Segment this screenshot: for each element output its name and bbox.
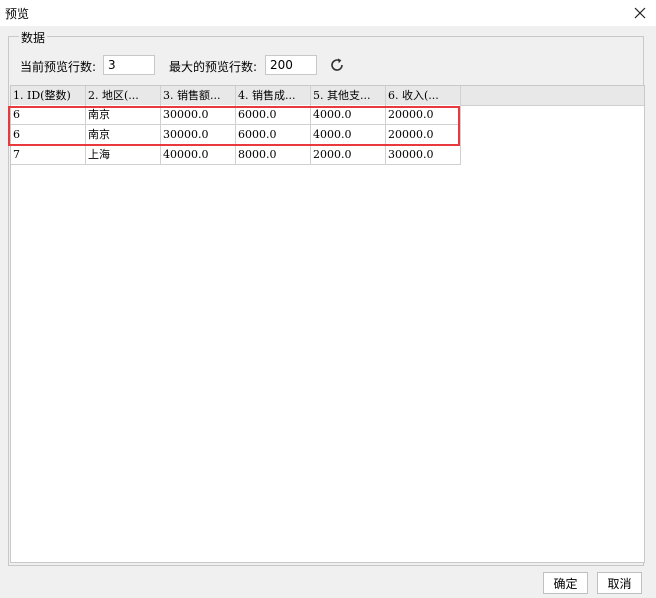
table-cell: 30000.0 bbox=[161, 125, 236, 145]
table-cell: 南京 bbox=[86, 125, 161, 145]
dialog-content: 数据 当前预览行数: 3 最大的预览行数: 200 1. ID(整数) 2. 地… bbox=[0, 26, 656, 598]
table-cell: 20000.0 bbox=[386, 105, 461, 125]
table-cell: 6000.0 bbox=[236, 125, 311, 145]
cancel-button[interactable]: 取消 bbox=[597, 572, 642, 594]
column-header-income[interactable]: 6. 收入(... bbox=[386, 86, 461, 105]
confirm-button[interactable]: 确定 bbox=[543, 572, 588, 594]
cancel-label: 取消 bbox=[607, 576, 632, 591]
confirm-label: 确定 bbox=[553, 576, 578, 591]
table-row[interactable]: 6 南京 30000.0 6000.0 4000.0 20000.0 bbox=[11, 125, 461, 145]
group-legend: 数据 bbox=[19, 29, 48, 46]
column-header-cost[interactable]: 4. 销售成... bbox=[236, 86, 311, 105]
table-cell: 6000.0 bbox=[236, 105, 311, 125]
table-cell: 20000.0 bbox=[386, 125, 461, 145]
table-cell: 上海 bbox=[86, 145, 161, 165]
table-row[interactable]: 6 南京 30000.0 6000.0 4000.0 20000.0 bbox=[11, 105, 461, 125]
table-cell: 6 bbox=[11, 105, 86, 125]
current-rows-label: 当前预览行数: bbox=[20, 60, 97, 74]
title-bar: 预览 bbox=[0, 0, 656, 26]
table-cell: 30000.0 bbox=[386, 145, 461, 165]
close-button[interactable] bbox=[628, 2, 652, 24]
column-header-sales[interactable]: 3. 销售额... bbox=[161, 86, 236, 105]
max-rows-label: 最大的预览行数: bbox=[169, 60, 258, 74]
close-icon bbox=[634, 7, 646, 19]
max-rows-input[interactable]: 200 bbox=[265, 55, 317, 75]
table-cell: 8000.0 bbox=[236, 145, 311, 165]
table-cell: 7 bbox=[11, 145, 86, 165]
table-cell: 4000.0 bbox=[311, 125, 386, 145]
column-header-other[interactable]: 5. 其他支... bbox=[311, 86, 386, 105]
table-cell: 6 bbox=[11, 125, 86, 145]
table-row[interactable]: 7 上海 40000.0 8000.0 2000.0 30000.0 bbox=[11, 145, 461, 165]
preview-table[interactable]: 1. ID(整数) 2. 地区(... 3. 销售额... 4. 销售成... … bbox=[10, 85, 645, 563]
table-cell: 南京 bbox=[86, 105, 161, 125]
window-title: 预览 bbox=[5, 7, 30, 21]
refresh-icon bbox=[331, 58, 343, 71]
current-rows-value: 3 bbox=[108, 58, 116, 72]
table-cell: 40000.0 bbox=[161, 145, 236, 165]
current-rows-input[interactable]: 3 bbox=[103, 55, 155, 75]
refresh-button[interactable] bbox=[328, 56, 346, 74]
table-header: 1. ID(整数) 2. 地区(... 3. 销售额... 4. 销售成... … bbox=[11, 86, 644, 106]
table-cell: 30000.0 bbox=[161, 105, 236, 125]
table-cell: 2000.0 bbox=[311, 145, 386, 165]
column-header-id[interactable]: 1. ID(整数) bbox=[11, 86, 86, 105]
table-cell: 4000.0 bbox=[311, 105, 386, 125]
max-rows-value: 200 bbox=[270, 58, 293, 72]
column-header-region[interactable]: 2. 地区(... bbox=[86, 86, 161, 105]
